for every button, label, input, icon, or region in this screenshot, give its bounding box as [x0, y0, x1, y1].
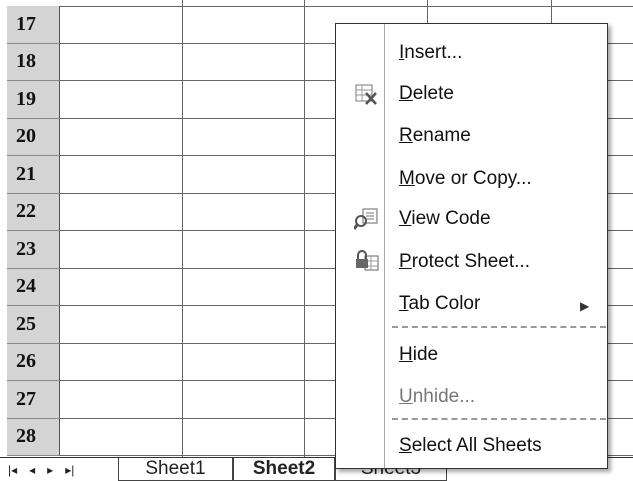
- menu-item-protect-sheet[interactable]: Protect Sheet...: [399, 251, 530, 273]
- menu-separator: [392, 326, 606, 328]
- row-header[interactable]: 20: [7, 118, 60, 156]
- grid-row-line: [60, 6, 633, 7]
- row-header[interactable]: 19: [7, 81, 60, 119]
- row-header[interactable]: 23: [7, 231, 60, 269]
- row-header[interactable]: 25: [7, 306, 60, 344]
- row-header[interactable]: 26: [7, 343, 60, 381]
- row-header[interactable]: 22: [7, 193, 60, 231]
- tab-nav-buttons: |◂ ◂ ▸ ▸|: [8, 460, 120, 480]
- view-code-icon: [354, 208, 378, 230]
- menu-item-unhide: Unhide...: [399, 386, 476, 407]
- protect-sheet-icon: [356, 250, 379, 271]
- menu-item-delete[interactable]: Delete: [399, 83, 454, 105]
- grid-column-line: [182, 0, 183, 457]
- row-header[interactable]: 21: [7, 156, 60, 194]
- next-sheet-icon[interactable]: ▸: [47, 463, 53, 477]
- menu-item-insert[interactable]: Insert...: [399, 42, 462, 64]
- tab-sheet2[interactable]: Sheet2: [233, 458, 335, 481]
- menu-item-hide[interactable]: Hide: [399, 344, 438, 366]
- row-header[interactable]: 28: [7, 418, 60, 456]
- grid-column-line: [304, 0, 305, 457]
- row-header[interactable]: 17: [7, 6, 60, 44]
- first-sheet-icon[interactable]: |◂: [8, 463, 17, 477]
- menu-item-tab-color[interactable]: Tab Color: [399, 293, 480, 315]
- delete-sheet-icon: [355, 84, 377, 105]
- row-header[interactable]: 18: [7, 43, 60, 81]
- sheet-context-menu: Insert... Delete Rename Move or Copy... …: [335, 23, 608, 469]
- tab-sheet1[interactable]: Sheet1: [118, 458, 233, 481]
- menu-item-view-code[interactable]: View Code: [399, 208, 491, 230]
- row-header[interactable]: 27: [7, 381, 60, 419]
- menu-item-move-or-copy[interactable]: Move or Copy...: [399, 168, 532, 190]
- prev-sheet-icon[interactable]: ◂: [29, 463, 35, 477]
- menu-item-select-all-sheets[interactable]: Select All Sheets: [399, 435, 542, 457]
- last-sheet-icon[interactable]: ▸|: [65, 463, 74, 477]
- menu-item-rename[interactable]: Rename: [399, 125, 471, 147]
- menu-separator: [392, 418, 606, 420]
- submenu-arrow-icon: ▶: [580, 299, 590, 313]
- row-header[interactable]: 24: [7, 268, 60, 306]
